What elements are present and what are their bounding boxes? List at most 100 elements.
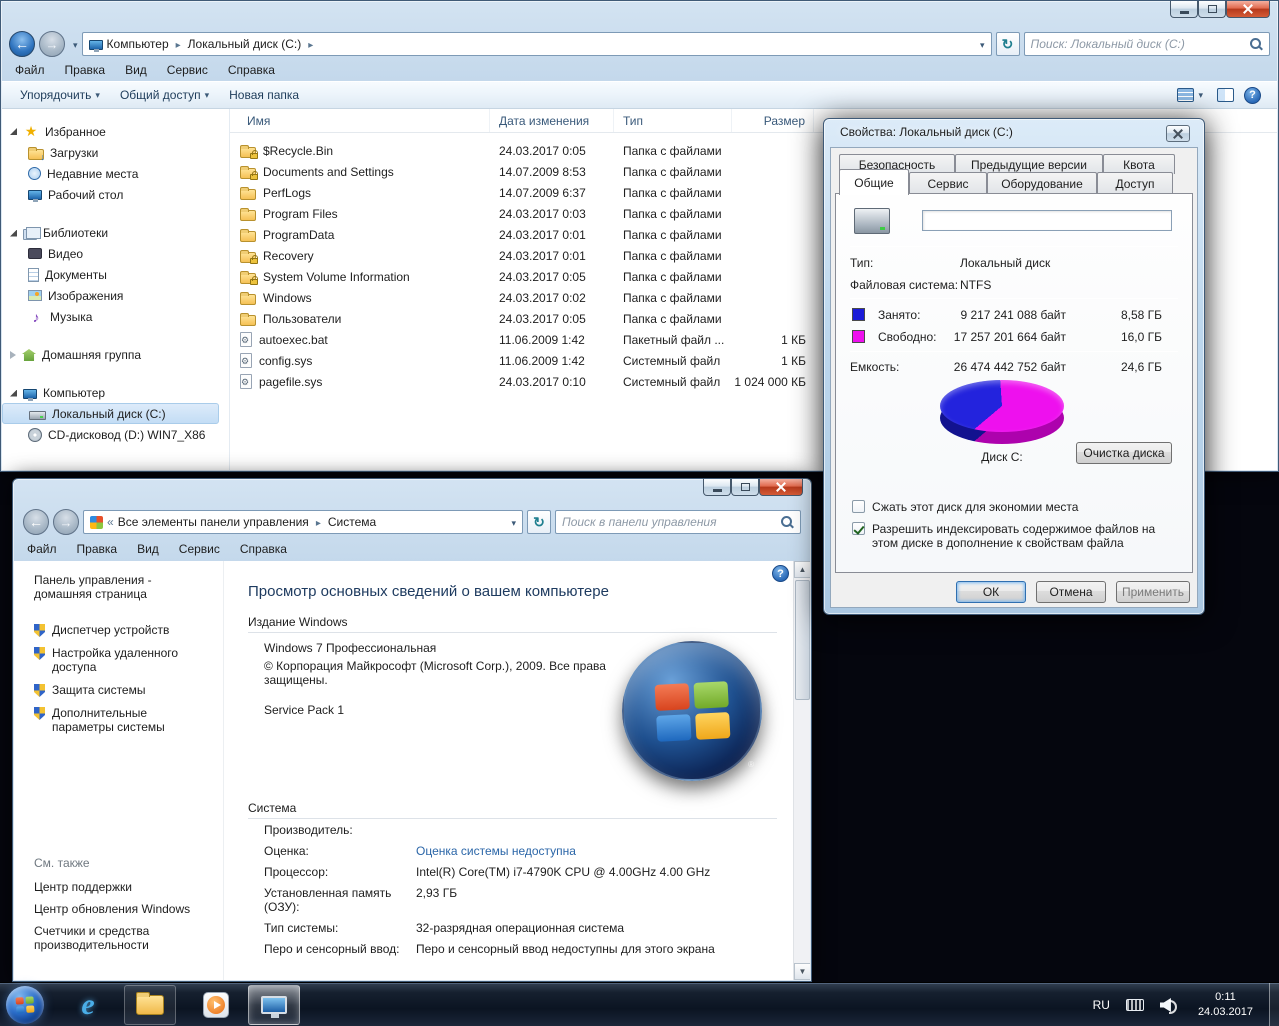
explorer-titlebar[interactable]	[1, 1, 1278, 29]
menu-tools[interactable]: Сервис	[169, 539, 230, 559]
breadcrumb-separator-icon[interactable]	[313, 515, 324, 529]
menu-help[interactable]: Справка	[218, 60, 285, 80]
breadcrumb-item-drive-c[interactable]: Локальный диск (C:)	[188, 37, 302, 51]
expander-icon[interactable]	[10, 128, 17, 135]
taskbar-explorer-button[interactable]	[124, 985, 176, 1025]
menu-file[interactable]: Файл	[5, 60, 55, 80]
cancel-button[interactable]: Отмена	[1036, 581, 1106, 603]
taskbar-clock[interactable]: 0:11 24.03.2017	[1186, 990, 1265, 1020]
breadcrumb-item-control-panel[interactable]: Все элементы панели управления	[118, 515, 309, 529]
share-button[interactable]: Общий доступ	[110, 84, 219, 106]
apply-button[interactable]: Применить	[1116, 581, 1190, 603]
sidebar-item-cd-drive[interactable]: CD-дисковод (D:) WIN7_X86	[2, 424, 229, 445]
new-folder-button[interactable]: Новая папка	[219, 84, 309, 106]
sidebar-item-downloads[interactable]: Загрузки	[2, 142, 229, 163]
tab-hardware[interactable]: Оборудование	[987, 172, 1097, 194]
menu-tools[interactable]: Сервис	[157, 60, 218, 80]
scroll-down-button[interactable]: ▼	[794, 963, 810, 980]
column-date[interactable]: Дата изменения	[490, 109, 614, 132]
breadcrumb[interactable]: Компьютер Локальный диск (C:)	[81, 32, 992, 56]
expander-icon[interactable]	[10, 351, 16, 359]
breadcrumb-item-computer[interactable]: Компьютер	[107, 37, 169, 51]
sidebar-item-video[interactable]: Видео	[2, 243, 229, 264]
address-dropdown[interactable]	[976, 37, 985, 51]
search-input[interactable]: Поиск: Локальный диск (C:)	[1023, 32, 1270, 56]
sidebar-group-favorites[interactable]: Избранное	[2, 121, 229, 142]
back-button[interactable]	[9, 31, 35, 57]
refresh-button[interactable]	[995, 32, 1020, 56]
system-titlebar[interactable]	[13, 479, 811, 507]
column-size[interactable]: Размер	[732, 109, 814, 132]
sidebar-item-control-panel-home[interactable]: Панель управления - домашняя страница	[34, 573, 194, 601]
menu-edit[interactable]: Правка	[55, 60, 116, 80]
search-icon[interactable]	[781, 515, 794, 529]
expander-icon[interactable]	[10, 389, 17, 397]
change-view-button[interactable]	[1173, 86, 1207, 104]
sidebar-item-remote-access[interactable]: Настройка удаленного доступа	[34, 646, 210, 674]
breadcrumb-overflow-icon[interactable]	[107, 515, 114, 529]
scrollbar[interactable]: ▲ ▼	[793, 561, 810, 980]
volume-icon[interactable]	[1160, 998, 1178, 1014]
search-icon[interactable]	[1250, 37, 1263, 51]
maximize-button[interactable]	[731, 479, 759, 496]
taskbar-system-window-button[interactable]	[248, 985, 300, 1025]
breadcrumb-separator-icon[interactable]	[305, 37, 316, 51]
column-type[interactable]: Тип	[614, 109, 732, 132]
sidebar-group-homegroup[interactable]: Домашняя группа	[2, 345, 229, 365]
forward-button[interactable]	[53, 509, 79, 535]
sidebar-item-recent[interactable]: Недавние места	[2, 163, 229, 184]
sidebar-item-system-protection[interactable]: Защита системы	[34, 683, 210, 697]
volume-label-input[interactable]	[922, 210, 1172, 231]
sidebar-group-libraries[interactable]: Библиотеки	[2, 223, 229, 243]
ok-button[interactable]: ОК	[956, 581, 1026, 603]
compress-checkbox-label[interactable]: Сжать этот диск для экономии места	[872, 500, 1172, 514]
refresh-button[interactable]	[527, 510, 551, 534]
address-dropdown[interactable]	[507, 515, 516, 529]
minimize-button[interactable]	[703, 479, 731, 496]
sidebar-item-documents[interactable]: Документы	[2, 264, 229, 285]
menu-view[interactable]: Вид	[115, 60, 157, 80]
keyboard-icon[interactable]	[1125, 999, 1144, 1011]
sidebar-item-pictures[interactable]: Изображения	[2, 285, 229, 306]
show-desktop-button[interactable]	[1269, 983, 1279, 1026]
tab-sharing[interactable]: Доступ	[1097, 172, 1173, 194]
sidebar-item-device-manager[interactable]: Диспетчер устройств	[34, 623, 210, 637]
start-button[interactable]	[6, 986, 44, 1024]
close-button[interactable]	[1226, 1, 1270, 18]
language-indicator[interactable]: RU	[1085, 998, 1118, 1012]
sidebar-item-local-disk-c[interactable]: Локальный диск (C:)	[2, 403, 219, 424]
tab-previous-versions[interactable]: Предыдущие версии	[955, 154, 1103, 174]
tab-quota[interactable]: Квота	[1103, 154, 1175, 174]
preview-pane-button[interactable]	[1217, 88, 1234, 102]
expander-icon[interactable]	[10, 229, 17, 237]
disk-cleanup-button[interactable]: Очистка диска	[1076, 442, 1172, 464]
sidebar-item-music[interactable]: Музыка	[2, 306, 229, 327]
tab-general[interactable]: Общие	[839, 169, 909, 195]
menu-file[interactable]: Файл	[17, 539, 67, 559]
index-checkbox-label[interactable]: Разрешить индексировать содержимое файло…	[872, 522, 1174, 550]
organize-button[interactable]: Упорядочить	[10, 84, 110, 106]
menu-view[interactable]: Вид	[127, 539, 169, 559]
index-checkbox[interactable]	[852, 522, 865, 535]
help-button[interactable]: ?	[1244, 86, 1261, 104]
menu-edit[interactable]: Правка	[67, 539, 128, 559]
breadcrumb-separator-icon[interactable]	[173, 37, 184, 51]
sidebar-item-action-center[interactable]: Центр поддержки	[34, 880, 204, 894]
rating-link[interactable]: Оценка системы недоступна	[416, 844, 764, 858]
scroll-up-button[interactable]: ▲	[794, 561, 810, 578]
taskbar-ie-button[interactable]: e	[62, 985, 114, 1025]
taskbar-media-player-button[interactable]	[190, 985, 242, 1025]
compress-checkbox[interactable]	[852, 500, 865, 513]
help-button[interactable]: ?	[772, 565, 789, 582]
scrollbar-thumb[interactable]	[795, 580, 810, 700]
maximize-button[interactable]	[1198, 1, 1226, 18]
close-button[interactable]	[1166, 125, 1190, 142]
sidebar-item-windows-update[interactable]: Центр обновления Windows	[34, 902, 204, 916]
history-dropdown[interactable]	[69, 37, 78, 51]
sidebar-group-computer[interactable]: Компьютер	[2, 383, 229, 403]
menu-help[interactable]: Справка	[230, 539, 297, 559]
tab-tools[interactable]: Сервис	[909, 172, 987, 194]
sidebar-item-desktop[interactable]: Рабочий стол	[2, 184, 229, 205]
search-input[interactable]: Поиск в панели управления	[555, 510, 801, 534]
column-name[interactable]: Имя	[230, 109, 490, 132]
